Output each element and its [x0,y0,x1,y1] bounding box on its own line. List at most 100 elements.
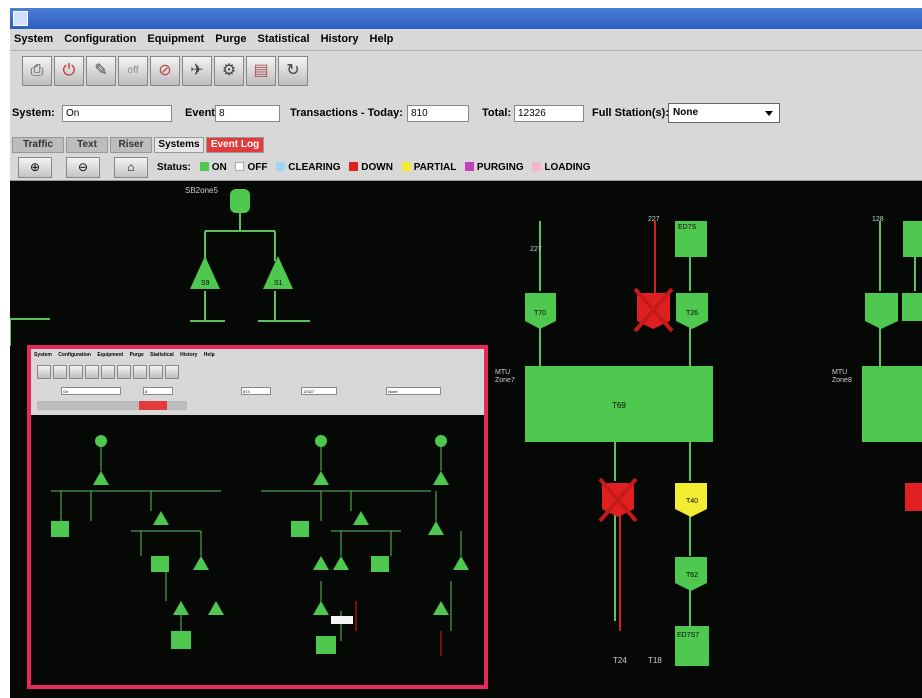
bottom-label-t24: T24 [613,656,627,665]
toolbar: ⎙ ⏻ ✎ off ⊘ ✈ ⚙ ▤ ↻ [10,51,922,95]
station-ed7s-right[interactable] [903,221,922,257]
inset-menu-statistical: Statistical [150,352,174,358]
inset-events-field: 8 [143,387,173,395]
full-stations-dropdown[interactable]: None [668,103,780,123]
power-icon[interactable]: ⏻ [54,56,84,86]
inset-station-2 [151,556,169,572]
inset-tri-12 [428,521,444,535]
gear-icon[interactable]: ⚙ [214,56,244,86]
zoom-in-icon[interactable]: ⊕ [18,157,52,178]
inset-tri-6 [193,556,209,570]
line-label-1: 227 [530,246,542,253]
legend-off: OFF [247,162,268,173]
legend-purging: PURGING [476,162,524,173]
inset-tri-10 [333,556,349,570]
transactions-label: Transactions - Today: [290,107,403,119]
inset-menu-system: System [34,352,52,358]
tab-riser[interactable]: Riser [110,137,152,153]
inset-satellite-icon [117,365,131,379]
mtu-right-zone: Zone8 [832,377,852,384]
valve-t70-label: T70 [534,310,546,317]
inset-menu-help: Help [203,352,215,358]
menu-statistical[interactable]: Statistical [254,29,314,45]
inset-tri-7 [173,601,189,615]
legend-purging-swatch [464,162,474,171]
inset-tri-2 [313,471,329,485]
menu-purge[interactable]: Purge [211,29,250,45]
inset-station-5 [371,556,389,572]
status-row: System: On Events: 8 Transactions - Toda… [10,95,922,135]
chevron-down-icon [765,111,773,116]
bottom-label-t18: T18 [648,656,662,665]
tab-systems[interactable]: Systems [154,137,204,153]
inset-tri-1 [93,471,109,485]
zone-top-label: SB2one5 [185,186,218,195]
transactions-field: 810 [407,105,469,122]
valve-right-2[interactable] [902,293,922,321]
valve-right-1[interactable] [865,293,898,329]
mtu-left-block-label: T69 [612,401,626,410]
inset-total-field: 12327 [301,387,337,395]
zone-top-node[interactable] [230,189,250,213]
satellite-icon[interactable]: ✈ [182,56,212,86]
off-icon[interactable]: off [118,56,148,86]
valve-t62-label: T62 [686,572,698,579]
inset-tri-5 [353,511,369,525]
inset-refresh-icon [165,365,179,379]
legend-row: ⊕ ⊖ ⌂ Status: ON OFF CLEARING DOWN PARTI… [10,155,922,181]
inset-diagram [51,435,469,656]
mtu-zone8-block[interactable] [862,366,922,442]
inset-node-1 [95,435,107,447]
legend-label: Status: [157,162,191,173]
app-icon [13,11,28,26]
events-field: 8 [215,105,280,122]
legend-down-swatch [349,162,359,171]
refresh-icon[interactable]: ↻ [278,56,308,86]
legend-clearing-swatch [276,162,286,171]
inset-menu-equipment: Equipment [97,352,124,358]
inset-node-3 [435,435,447,447]
inset-menu-purge: Purge [129,352,144,358]
inset-tri-13 [453,556,469,570]
system-field: On [62,105,172,122]
pen-icon[interactable]: ✎ [86,56,116,86]
zoom-out-icon[interactable]: ⊖ [66,157,100,178]
station-ed7s-label: ED7S [678,224,697,231]
legend-on-swatch [199,162,209,171]
valve-t26-label: T26 [686,310,698,317]
tab-traffic[interactable]: Traffic [12,137,64,153]
menu-equipment[interactable]: Equipment [143,29,208,45]
tab-event-log[interactable]: Event Log [206,137,264,153]
home-icon[interactable]: ⌂ [114,157,148,178]
stop-icon[interactable]: ⊘ [150,56,180,86]
inset-event-log-tab [139,401,167,410]
inset-menu-bar: System Configuration Equipment Purge Sta… [31,349,484,361]
window-titlebar [10,8,922,29]
inset-node-2 [315,435,327,447]
inset-power-icon [53,365,67,379]
inset-pen-icon [69,365,83,379]
legend-loading-swatch [532,162,542,171]
inset-printer-icon [37,365,51,379]
notes-icon[interactable]: ▤ [246,56,276,86]
menu-help[interactable]: Help [366,29,398,45]
tab-text[interactable]: Text [66,137,108,153]
legend-off-swatch [235,162,245,171]
inset-gear-icon [133,365,147,379]
line-label-3: 128 [872,216,884,223]
legend-down: DOWN [361,162,393,173]
inset-tri-8 [208,601,224,615]
inset-tri-14 [433,601,449,615]
printer-icon[interactable]: ⎙ [22,56,52,86]
valve-right-down[interactable] [905,483,922,511]
menu-history[interactable]: History [317,29,363,45]
system-diagram: SB2one5 S9 S1 227 227 128 T70 T26 ED7S M… [10,181,922,698]
legend-loading: LOADING [544,162,591,173]
inset-station-6 [316,636,336,654]
inset-toolbar: On 8 874 12327 None [31,361,484,415]
menu-system[interactable]: System [10,29,57,45]
inset-menu-history: History [180,352,198,358]
inset-tri-4 [153,511,169,525]
inset-screenshot: System Configuration Equipment Purge Sta… [27,345,488,689]
menu-configuration[interactable]: Configuration [60,29,140,45]
